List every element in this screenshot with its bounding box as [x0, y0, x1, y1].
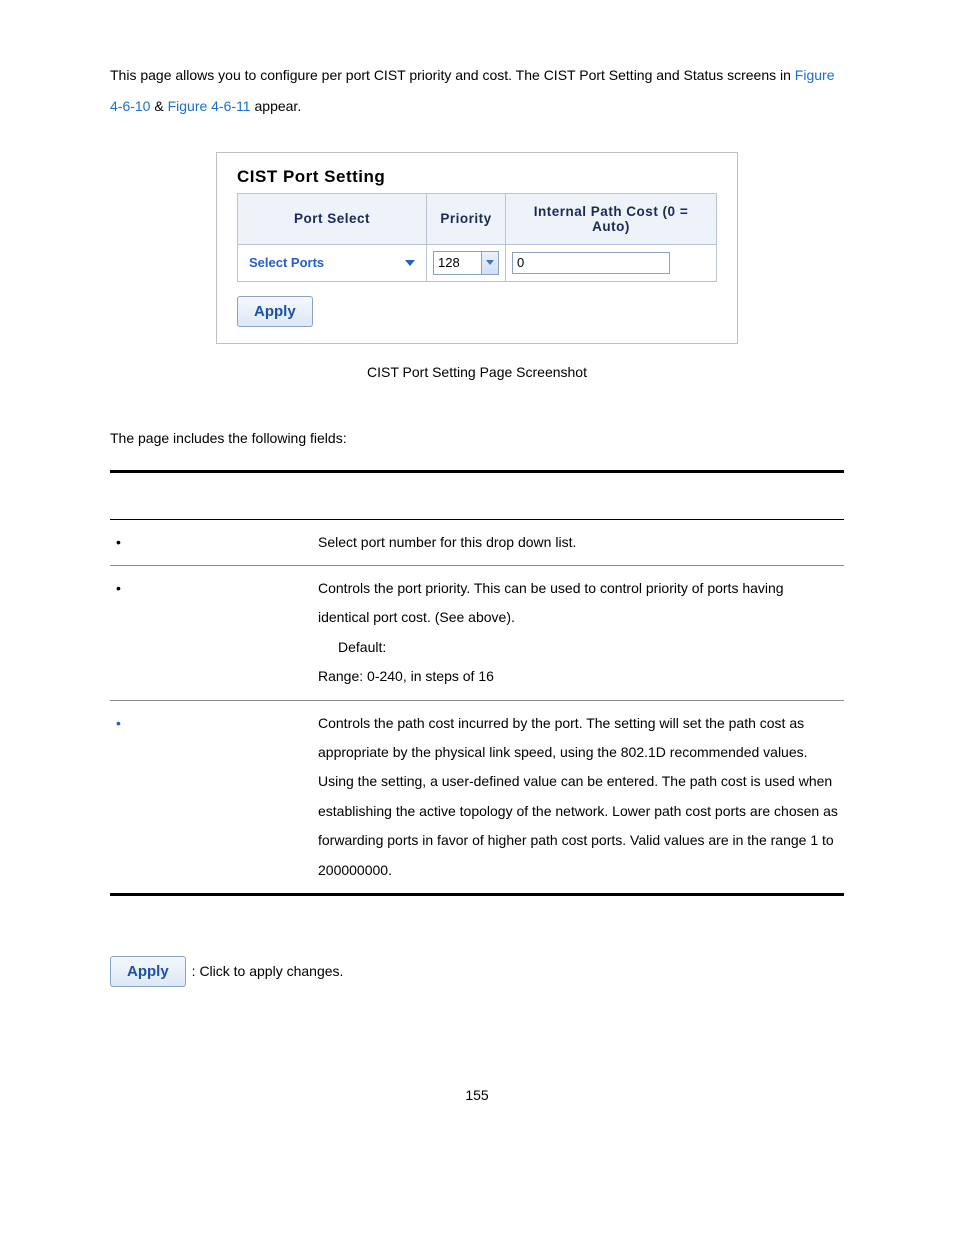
priority-dropdown[interactable]: 128 — [433, 251, 499, 275]
object-cell: • — [110, 565, 312, 700]
desc-internal-path-cost: Controls the path cost incurred by the p… — [312, 700, 844, 894]
port-select-value: Select Ports — [249, 255, 324, 270]
port-select-dropdown[interactable]: Select Ports — [244, 251, 420, 275]
figure-link-2[interactable]: Figure 4-6-11 — [168, 98, 251, 114]
desc-priority: Controls the port priority. This can be … — [312, 565, 844, 700]
intro-amp: & — [150, 98, 167, 114]
buttons-description-row: Apply : Click to apply changes. — [110, 956, 844, 987]
th-port-select: Port Select — [238, 193, 427, 244]
th-priority: Priority — [427, 193, 506, 244]
apply-button-image: Apply — [110, 956, 186, 987]
cist-port-setting-panel: CIST Port Setting Port Select Priority I… — [216, 152, 738, 344]
object-cell: • — [110, 700, 312, 894]
th-description — [312, 471, 844, 519]
chevron-down-icon — [486, 260, 494, 265]
th-object — [110, 471, 312, 519]
intro-paragraph: This page allows you to configure per po… — [110, 60, 844, 122]
page-number: 155 — [110, 1087, 844, 1103]
desc-port-select: Select port number for this drop down li… — [312, 519, 844, 565]
chevron-down-icon — [405, 260, 415, 266]
priority-chevron-box — [481, 252, 498, 274]
panel-title: CIST Port Setting — [237, 167, 717, 187]
screenshot-caption: CIST Port Setting Page Screenshot — [110, 364, 844, 380]
fields-intro: The page includes the following fields: — [110, 430, 844, 446]
intro-text-2: appear. — [251, 98, 302, 114]
cist-config-table: Port Select Priority Internal Path Cost … — [237, 193, 717, 282]
apply-button[interactable]: Apply — [237, 296, 313, 327]
intro-text-1: This page allows you to configure per po… — [110, 67, 795, 83]
object-cell: • — [110, 519, 312, 565]
internal-path-cost-input[interactable] — [512, 252, 670, 274]
th-internal-path-cost: Internal Path Cost (0 = Auto) — [506, 193, 717, 244]
apply-button-description: : Click to apply changes. — [192, 963, 344, 979]
priority-value: 128 — [438, 255, 460, 270]
fields-description-table: • Select port number for this drop down … — [110, 470, 844, 896]
